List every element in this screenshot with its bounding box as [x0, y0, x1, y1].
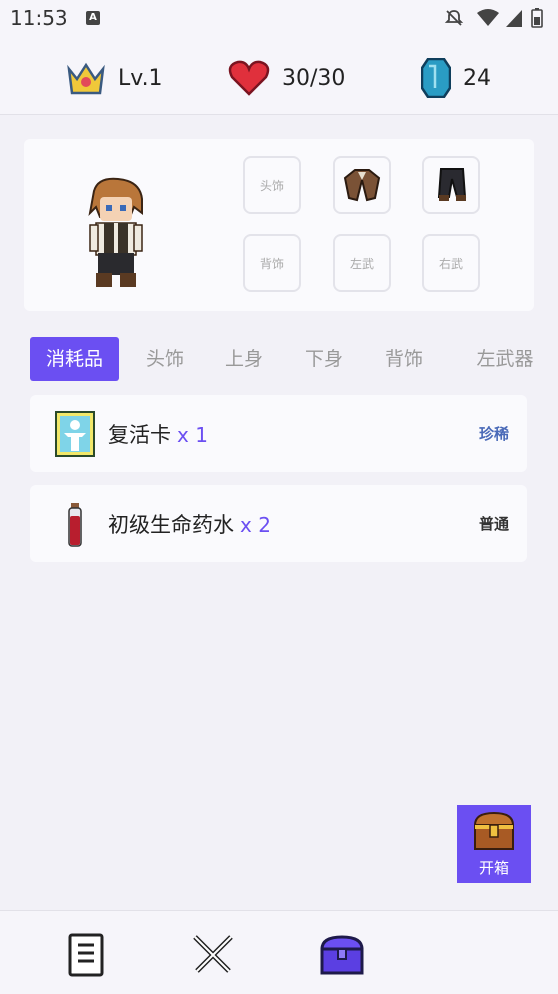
equipment-panel: 头饰 背饰 左武 右武 — [24, 139, 534, 311]
character-avatar — [88, 177, 143, 287]
slot-headwear[interactable]: 头饰 — [243, 156, 301, 214]
rarity-badge: 珍稀 — [478, 425, 509, 443]
slot-torso[interactable] — [333, 156, 391, 214]
tab-headwear[interactable]: 头饰 — [133, 337, 197, 381]
gem-stat: 24 — [421, 58, 491, 98]
gem-icon — [421, 58, 451, 98]
bottom-navigation — [0, 910, 558, 994]
hp-stat: 30/30 — [228, 58, 345, 98]
tab-back[interactable]: 背饰 — [372, 337, 436, 381]
item-name: 初级生命药水 x 2 — [108, 513, 271, 537]
item-count: x 2 — [240, 513, 271, 537]
status-bar: 11:53 A — [0, 0, 558, 38]
slot-back[interactable]: 背饰 — [243, 234, 301, 292]
rarity-badge: 普通 — [478, 515, 509, 533]
clock: 11:53 — [10, 6, 68, 30]
open-chest-button[interactable]: 开箱 — [457, 805, 531, 883]
signal-icon — [506, 10, 522, 27]
wifi-icon — [477, 9, 499, 26]
notification-a-icon: A — [86, 11, 100, 25]
inventory-chest-icon[interactable] — [318, 931, 366, 979]
tab-lower-body[interactable]: 下身 — [292, 337, 356, 381]
health-potion-icon — [68, 503, 82, 547]
pants-icon — [437, 168, 467, 201]
inventory-tabs: 消耗品 头饰 上身 下身 背饰 左武器 — [30, 337, 558, 383]
slot-legs[interactable] — [422, 156, 480, 214]
tasks-scroll-icon[interactable] — [62, 931, 110, 979]
player-stats-bar: Lv.1 30/30 24 — [0, 38, 558, 115]
item-count: x 1 — [177, 423, 208, 447]
treasure-chest-icon — [473, 811, 515, 850]
open-chest-label: 开箱 — [478, 859, 509, 877]
gem-value: 24 — [463, 65, 491, 91]
tab-consumables[interactable]: 消耗品 — [30, 337, 119, 381]
revive-card-icon — [55, 411, 95, 457]
tab-upper-body[interactable]: 上身 — [212, 337, 276, 381]
level-value: Lv.1 — [118, 65, 163, 91]
hp-value: 30/30 — [282, 65, 346, 91]
heart-icon — [228, 60, 270, 96]
mute-icon — [444, 10, 464, 26]
slot-right-weapon[interactable]: 右武 — [422, 234, 480, 292]
slot-left-weapon[interactable]: 左武 — [333, 234, 391, 292]
tab-left-weapon[interactable]: 左武器 — [456, 337, 554, 381]
list-item[interactable]: 初级生命药水 x 2 普通 — [30, 485, 527, 562]
level-stat: Lv.1 — [66, 58, 163, 98]
battle-swords-icon[interactable] — [189, 931, 237, 979]
battery-icon — [531, 8, 543, 28]
jacket-icon — [343, 169, 381, 202]
item-name: 复活卡 x 1 — [108, 423, 208, 447]
crown-icon — [67, 62, 105, 95]
list-item[interactable]: 复活卡 x 1 珍稀 — [30, 395, 527, 472]
